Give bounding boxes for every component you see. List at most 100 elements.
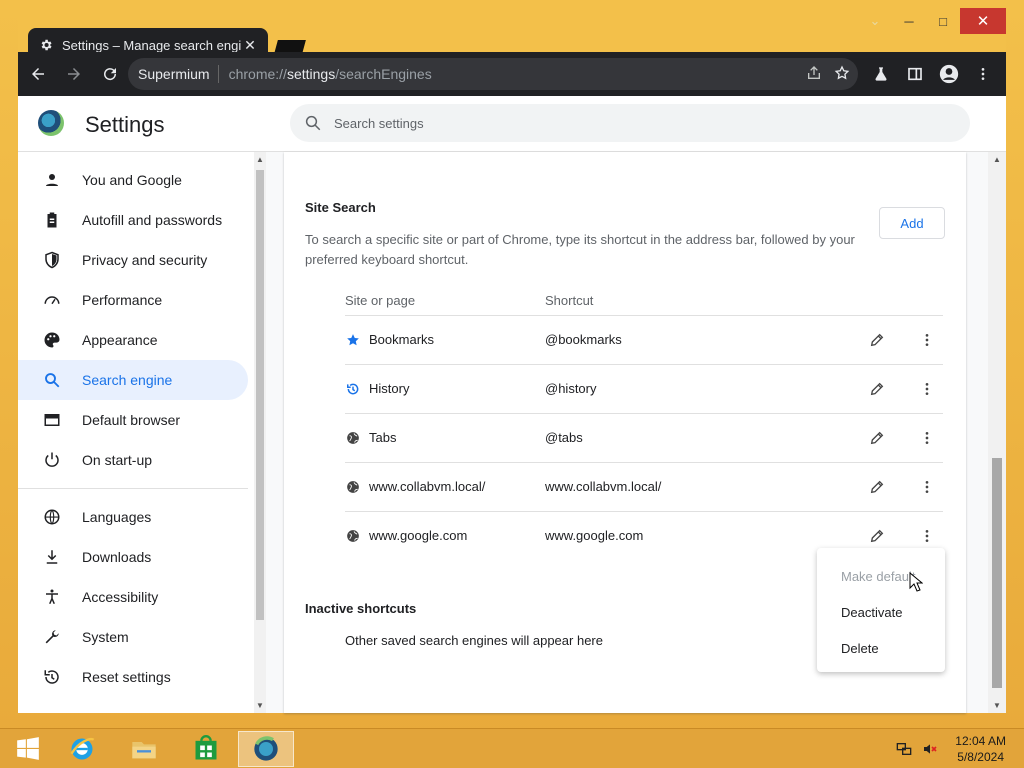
pencil-icon[interactable] bbox=[865, 524, 889, 548]
sidebar-item-label: On start-up bbox=[82, 452, 153, 468]
more-vert-icon[interactable] bbox=[915, 524, 939, 548]
settings-search[interactable] bbox=[290, 104, 970, 142]
menu-item-make-default: Make default bbox=[841, 569, 916, 584]
row-shortcut: @tabs bbox=[545, 430, 583, 445]
minimize-button[interactable]: ─ bbox=[892, 8, 926, 34]
sidebar-item-label: Reset settings bbox=[82, 669, 171, 685]
settings-header: Settings bbox=[18, 96, 1006, 152]
star-icon bbox=[345, 332, 361, 348]
pencil-icon[interactable] bbox=[865, 475, 889, 499]
sidebar-item-default-browser[interactable]: Default browser bbox=[18, 400, 248, 440]
omnibox-icons bbox=[806, 65, 850, 81]
omnibox-separator bbox=[217, 65, 219, 83]
sidebar-item-languages[interactable]: Languages bbox=[18, 497, 248, 537]
row-site: www.google.com bbox=[369, 528, 468, 543]
browser-icon bbox=[42, 410, 62, 430]
sidebar-item-search-engine[interactable]: Search engine bbox=[18, 360, 248, 400]
reload-icon bbox=[104, 68, 117, 81]
store-icon bbox=[195, 735, 217, 760]
back-button[interactable] bbox=[22, 58, 54, 90]
labs-icon[interactable] bbox=[868, 58, 894, 90]
scroll-down-icon[interactable]: ▼ bbox=[993, 701, 1001, 710]
start-button[interactable] bbox=[0, 731, 56, 767]
system-tray bbox=[896, 741, 938, 757]
forward-button[interactable] bbox=[58, 58, 90, 90]
sidebar-item-label: Languages bbox=[82, 509, 152, 525]
sidebar-item-autofill[interactable]: Autofill and passwords bbox=[18, 200, 248, 240]
more-vert-icon[interactable] bbox=[915, 426, 939, 450]
row-shortcut: www.collabvm.local/ bbox=[545, 479, 662, 494]
row-site: History bbox=[369, 381, 410, 396]
sidebar-scrollbar[interactable]: ▲ ▼ bbox=[254, 152, 266, 713]
search-input[interactable] bbox=[334, 115, 834, 131]
sidebar-item-label: You and Google bbox=[82, 172, 182, 188]
more-vert-icon[interactable] bbox=[915, 475, 939, 499]
pencil-icon[interactable] bbox=[865, 377, 889, 401]
sidebar-item-performance[interactable]: Performance bbox=[18, 280, 248, 320]
column-header-site: Site or page bbox=[345, 293, 416, 308]
taskbar-store[interactable] bbox=[178, 731, 234, 767]
scroll-down-icon[interactable]: ▼ bbox=[256, 701, 264, 710]
clock-time: 12:04 AM bbox=[955, 734, 1006, 748]
shield-icon bbox=[42, 250, 62, 270]
menu-item-delete[interactable]: Delete bbox=[841, 641, 879, 656]
star-bookmark-icon[interactable] bbox=[834, 65, 850, 81]
more-menu-icon[interactable] bbox=[970, 58, 996, 90]
sidebar-item-label: Privacy and security bbox=[82, 252, 208, 268]
toolbar-actions bbox=[868, 58, 996, 90]
taskbar-ie[interactable] bbox=[54, 731, 110, 767]
main-content: Site Search To search a specific site or… bbox=[266, 152, 986, 713]
accessibility-icon bbox=[42, 587, 62, 607]
more-vert-icon[interactable] bbox=[915, 377, 939, 401]
pencil-icon[interactable] bbox=[865, 426, 889, 450]
add-button[interactable]: Add bbox=[879, 207, 945, 239]
power-icon bbox=[42, 450, 62, 470]
share-icon[interactable] bbox=[806, 65, 822, 81]
globe-icon bbox=[345, 528, 361, 544]
site-chip: Supermium bbox=[138, 66, 210, 82]
main-scrollbar[interactable]: ▲ ▼ bbox=[988, 152, 1006, 713]
pencil-icon[interactable] bbox=[865, 328, 889, 352]
sidebar-item-on-startup[interactable]: On start-up bbox=[18, 440, 248, 480]
browser-window: ⌄ ─ □ ✕ Settings – Manage search engin ✕… bbox=[18, 8, 1006, 713]
sidebar-item-label: Search engine bbox=[82, 372, 173, 388]
sidebar-item-accessibility[interactable]: Accessibility bbox=[18, 577, 248, 617]
windows-logo-icon bbox=[17, 737, 39, 760]
taskbar-file-explorer[interactable] bbox=[116, 731, 172, 767]
close-tab-icon[interactable]: ✕ bbox=[242, 37, 258, 54]
sidebar-item-reset-settings[interactable]: Reset settings bbox=[18, 657, 248, 697]
window-caption-buttons: ⌄ ─ □ ✕ bbox=[858, 8, 1006, 36]
sidebar-item-system[interactable]: System bbox=[18, 617, 248, 657]
more-vert-icon[interactable] bbox=[915, 328, 939, 352]
folder-icon bbox=[132, 742, 156, 759]
sidebar-scroll-thumb[interactable] bbox=[256, 170, 264, 620]
reload-button[interactable] bbox=[94, 58, 126, 90]
sidebar: You and Google Autofill and passwords Pr… bbox=[18, 152, 254, 713]
taskbar-browser[interactable] bbox=[238, 731, 294, 767]
profile-avatar[interactable] bbox=[936, 58, 962, 90]
section-title: Site Search bbox=[305, 200, 376, 215]
table-row: Bookmarks @bookmarks bbox=[345, 315, 943, 364]
main-scroll-thumb[interactable] bbox=[992, 458, 1002, 688]
inactive-shortcuts-description: Other saved search engines will appear h… bbox=[345, 633, 603, 648]
network-icon[interactable] bbox=[896, 741, 912, 757]
sidebar-item-appearance[interactable]: Appearance bbox=[18, 320, 248, 360]
maximize-button[interactable]: □ bbox=[926, 8, 960, 34]
section-description: To search a specific site or part of Chr… bbox=[305, 232, 855, 267]
sidebar-item-downloads[interactable]: Downloads bbox=[18, 537, 248, 577]
scroll-up-icon[interactable]: ▲ bbox=[256, 155, 264, 164]
menu-item-deactivate[interactable]: Deactivate bbox=[841, 605, 902, 620]
row-shortcut: @bookmarks bbox=[545, 332, 622, 347]
table-row: History @history bbox=[345, 364, 943, 413]
side-panel-icon[interactable] bbox=[902, 58, 928, 90]
url-text: chrome://settings/searchEngines bbox=[228, 66, 432, 82]
volume-muted-icon[interactable] bbox=[922, 741, 938, 757]
clock[interactable]: 12:04 AM 5/8/2024 bbox=[955, 733, 1006, 765]
close-window-button[interactable]: ✕ bbox=[960, 8, 1006, 34]
sidebar-item-privacy[interactable]: Privacy and security bbox=[18, 240, 248, 280]
sidebar-item-label: Performance bbox=[82, 292, 163, 308]
address-bar[interactable]: Supermium chrome://settings/searchEngine… bbox=[128, 58, 858, 90]
search-icon bbox=[305, 115, 321, 131]
sidebar-item-you-and-google[interactable]: You and Google bbox=[18, 160, 248, 200]
scroll-up-icon[interactable]: ▲ bbox=[993, 155, 1001, 164]
